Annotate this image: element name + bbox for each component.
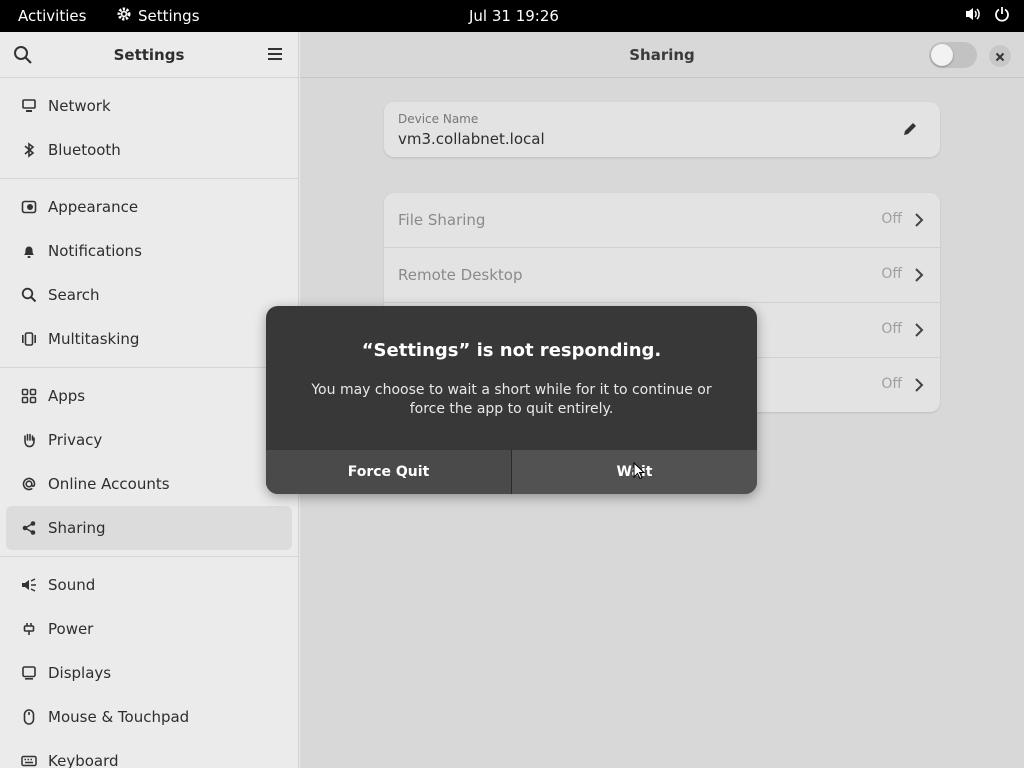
close-icon bbox=[995, 47, 1005, 66]
not-responding-dialog: “Settings” is not responding. You may ch… bbox=[266, 306, 757, 494]
sidebar-item-label: Sharing bbox=[48, 519, 106, 537]
sidebar: Settings Network Bluetooth Appearance No… bbox=[0, 32, 299, 768]
chevron-right-icon bbox=[914, 377, 924, 397]
content-header: Sharing bbox=[300, 32, 1024, 78]
network-icon bbox=[20, 97, 38, 115]
speaker-icon bbox=[20, 576, 38, 594]
device-name-field[interactable]: Device Name vm3.collabnet.local bbox=[384, 102, 940, 157]
row-label: Remote Desktop bbox=[398, 266, 523, 284]
sidebar-item-search[interactable]: Search bbox=[6, 273, 292, 317]
nav-group-apps: Apps Privacy Online Accounts Sharing bbox=[0, 368, 298, 557]
pencil-icon[interactable] bbox=[902, 121, 918, 141]
sharing-master-switch[interactable] bbox=[929, 42, 977, 68]
sidebar-item-label: Multitasking bbox=[48, 330, 140, 348]
appearance-icon bbox=[20, 198, 38, 216]
hand-icon bbox=[20, 431, 38, 449]
multitasking-icon bbox=[20, 330, 38, 348]
sidebar-item-displays[interactable]: Displays bbox=[6, 651, 292, 695]
apps-grid-icon bbox=[20, 387, 38, 405]
at-icon bbox=[20, 475, 38, 493]
page-title: Sharing bbox=[629, 46, 695, 64]
power-icon bbox=[994, 6, 1010, 26]
sidebar-item-notifications[interactable]: Notifications bbox=[6, 229, 292, 273]
chevron-right-icon bbox=[914, 267, 924, 287]
sidebar-title: Settings bbox=[113, 46, 185, 64]
share-icon bbox=[20, 519, 38, 537]
sidebar-item-label: Power bbox=[48, 620, 94, 638]
sidebar-item-online-accounts[interactable]: Online Accounts bbox=[6, 462, 292, 506]
sidebar-item-sharing[interactable]: Sharing bbox=[6, 506, 292, 550]
gear-icon bbox=[116, 6, 132, 26]
sidebar-item-privacy[interactable]: Privacy bbox=[6, 418, 292, 462]
chevron-right-icon bbox=[914, 322, 924, 342]
sidebar-item-label: Search bbox=[48, 286, 100, 304]
display-icon bbox=[20, 664, 38, 682]
sidebar-header: Settings bbox=[0, 32, 298, 78]
top-bar: Activities Settings Jul 31 19:26 bbox=[0, 0, 1024, 32]
row-status: Off bbox=[881, 376, 902, 392]
dialog-heading: “Settings” is not responding. bbox=[361, 340, 662, 361]
sidebar-item-power[interactable]: Power bbox=[6, 607, 292, 651]
row-status: Off bbox=[881, 321, 902, 337]
sidebar-item-multitasking[interactable]: Multitasking bbox=[6, 317, 292, 361]
sidebar-item-label: Displays bbox=[48, 664, 112, 682]
system-menu[interactable] bbox=[964, 6, 1010, 26]
switch-knob bbox=[931, 44, 953, 66]
nav-group-connectivity: Network Bluetooth bbox=[0, 78, 298, 179]
close-button[interactable] bbox=[989, 45, 1011, 67]
remote-desktop-row[interactable]: Remote Desktop Off bbox=[384, 248, 940, 303]
bluetooth-icon bbox=[20, 141, 38, 159]
mouse-icon bbox=[20, 708, 38, 726]
sidebar-item-mouse-touchpad[interactable]: Mouse & Touchpad bbox=[6, 695, 292, 739]
app-menu[interactable]: Settings bbox=[116, 6, 200, 26]
row-status: Off bbox=[881, 266, 902, 282]
keyboard-icon bbox=[20, 752, 38, 768]
sidebar-item-label: Sound bbox=[48, 576, 96, 594]
chevron-right-icon bbox=[914, 212, 924, 232]
app-menu-label: Settings bbox=[138, 7, 200, 25]
sidebar-item-label: Appearance bbox=[48, 198, 139, 216]
dialog-body: You may choose to wait a short while for… bbox=[311, 382, 712, 417]
row-status: Off bbox=[881, 211, 902, 227]
sidebar-item-label: Keyboard bbox=[48, 752, 119, 768]
volume-icon bbox=[964, 6, 982, 26]
sidebar-item-apps[interactable]: Apps bbox=[6, 374, 292, 418]
sidebar-item-label: Notifications bbox=[48, 242, 142, 260]
mouse-pointer-icon bbox=[633, 461, 646, 484]
sidebar-item-network[interactable]: Network bbox=[6, 84, 292, 128]
sidebar-item-label: Network bbox=[48, 97, 111, 115]
clock[interactable]: Jul 31 19:26 bbox=[469, 7, 559, 25]
bell-icon bbox=[20, 242, 38, 260]
sidebar-item-bluetooth[interactable]: Bluetooth bbox=[6, 128, 292, 172]
sidebar-item-appearance[interactable]: Appearance bbox=[6, 185, 292, 229]
dialog-buttons: Force Quit Wait bbox=[266, 450, 757, 494]
activities-button[interactable]: Activities bbox=[18, 7, 86, 25]
power-plug-icon bbox=[20, 620, 38, 638]
hamburger-menu-icon[interactable] bbox=[267, 46, 283, 66]
device-name-value: vm3.collabnet.local bbox=[398, 130, 545, 148]
file-sharing-row[interactable]: File Sharing Off bbox=[384, 193, 940, 248]
sidebar-item-label: Apps bbox=[48, 387, 86, 405]
sidebar-item-label: Privacy bbox=[48, 431, 103, 449]
nav-group-personalization: Appearance Notifications Search Multitas… bbox=[0, 179, 298, 368]
row-label: File Sharing bbox=[398, 211, 486, 229]
search-icon bbox=[20, 286, 38, 304]
sidebar-item-label: Online Accounts bbox=[48, 475, 170, 493]
force-quit-button[interactable]: Force Quit bbox=[266, 450, 511, 494]
sidebar-item-sound[interactable]: Sound bbox=[6, 563, 292, 607]
sidebar-item-label: Bluetooth bbox=[48, 141, 121, 159]
device-name-label: Device Name bbox=[398, 112, 479, 126]
sidebar-item-label: Mouse & Touchpad bbox=[48, 708, 190, 726]
nav-group-devices: Sound Power Displays Mouse & Touchpad Ke… bbox=[0, 557, 298, 768]
sidebar-item-keyboard[interactable]: Keyboard bbox=[6, 739, 292, 768]
